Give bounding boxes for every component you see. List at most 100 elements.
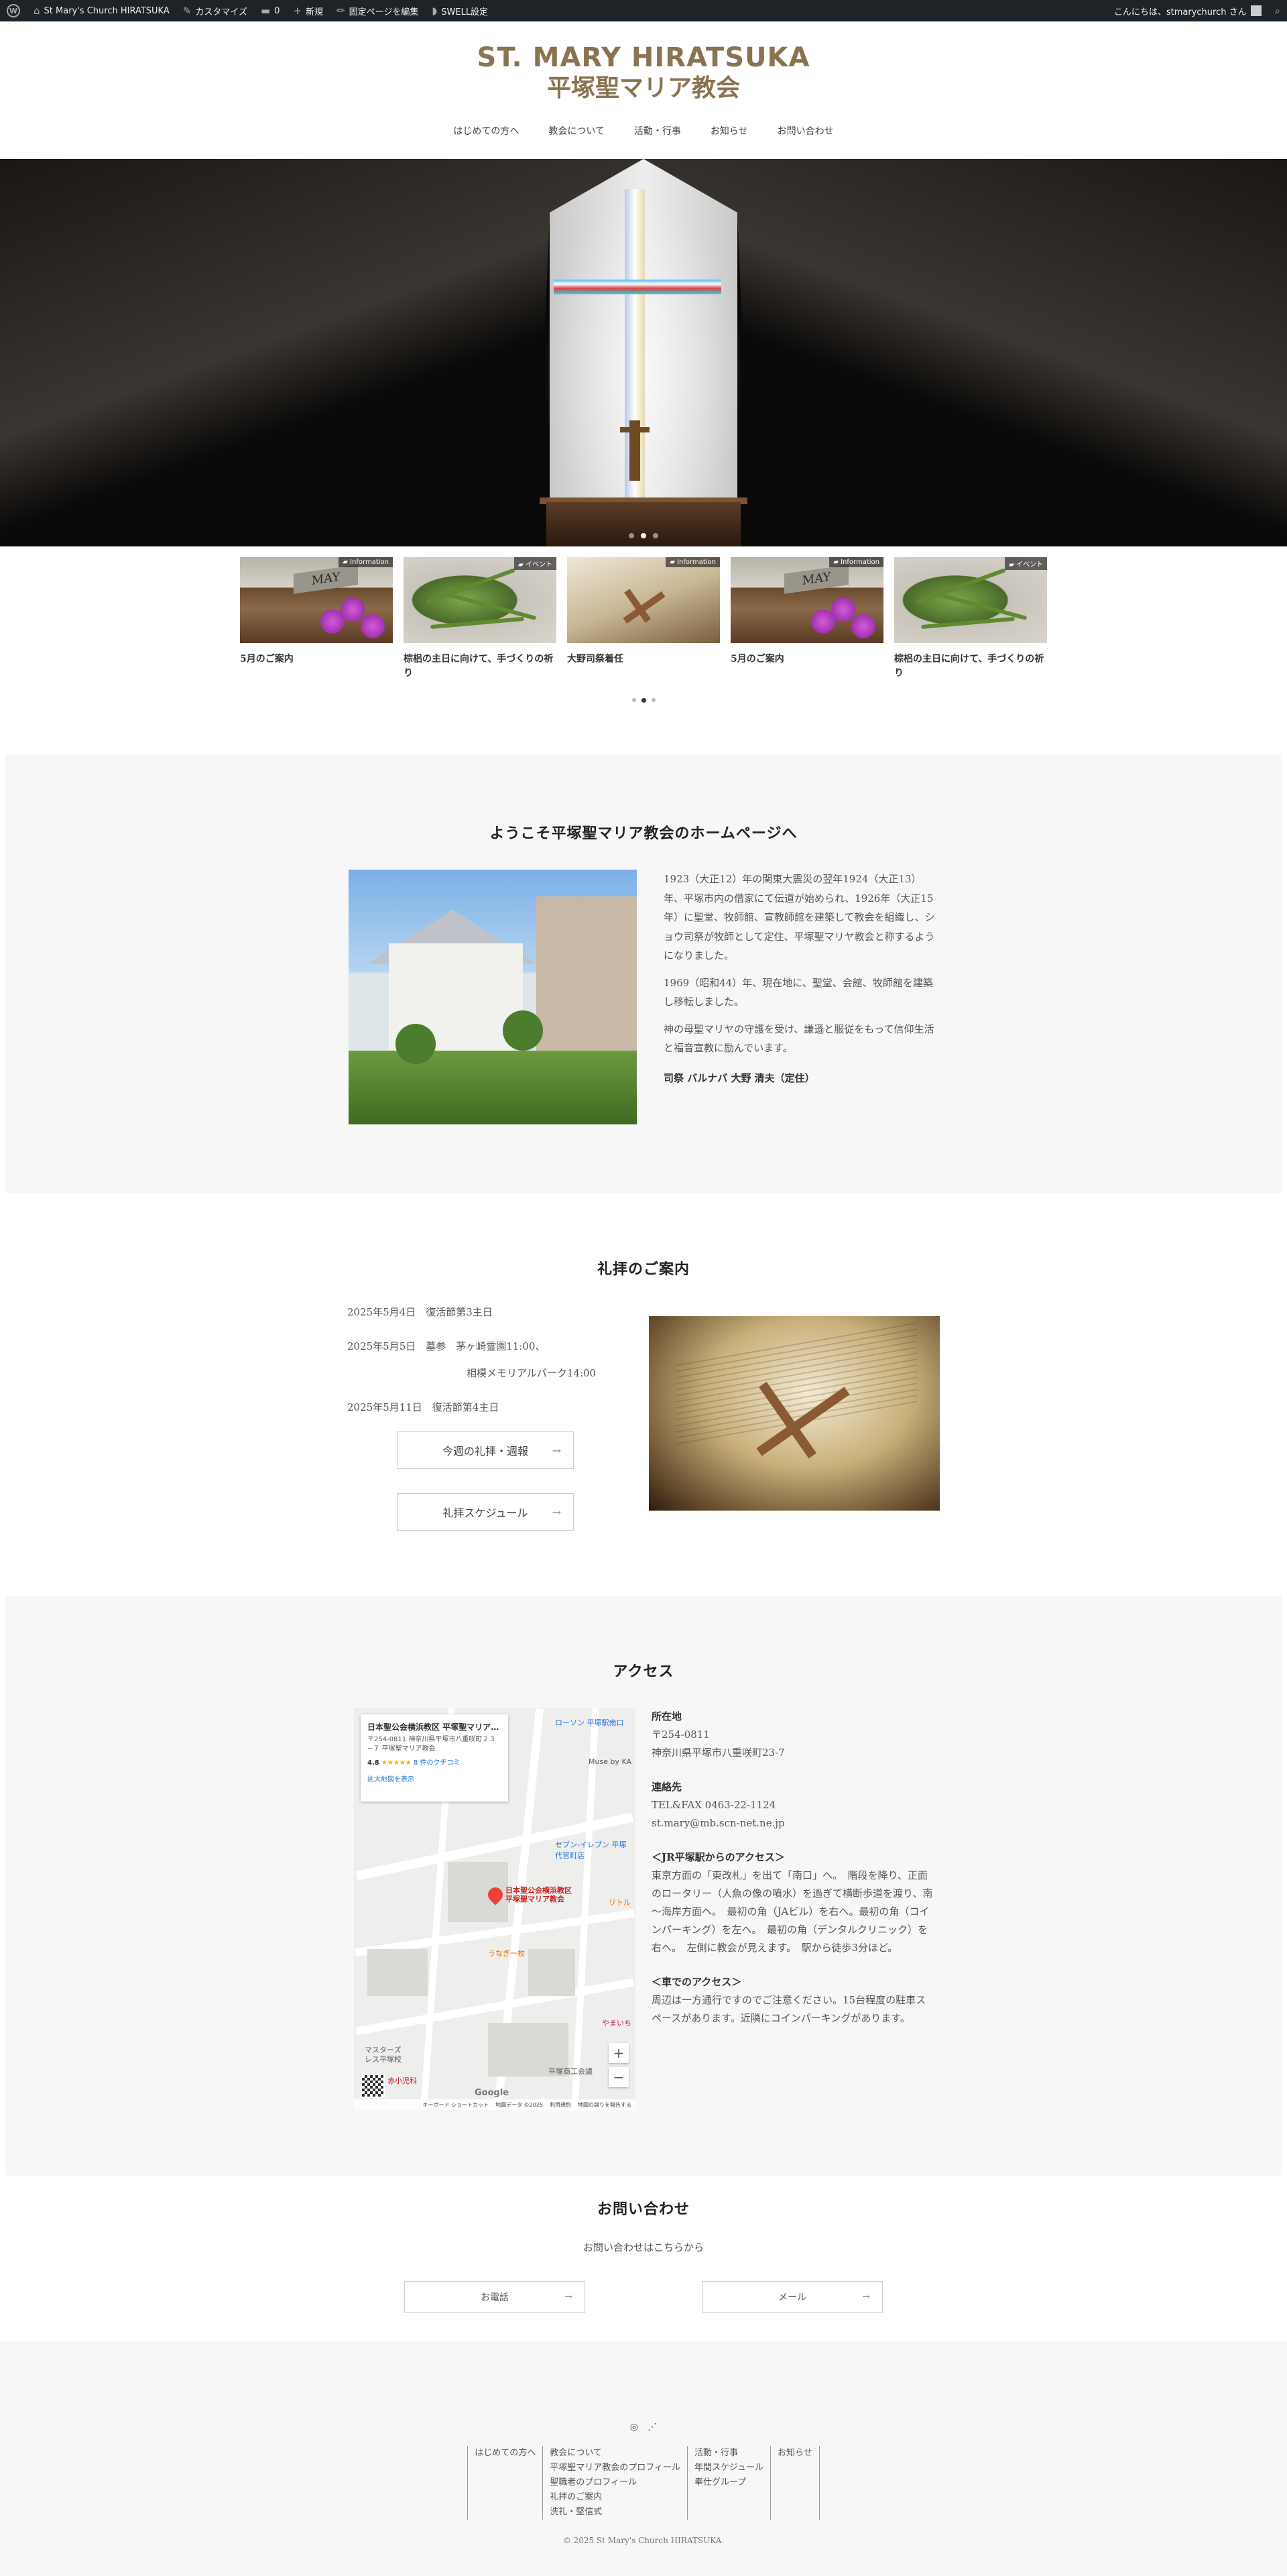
map-footer-link[interactable]: キーボード ショートカット [423, 2101, 489, 2109]
instagram-icon[interactable]: ◎ [630, 2422, 638, 2433]
post-thumbnail: MAY ▰ Information [240, 557, 393, 643]
site-logo[interactable]: ST. MARY HIRATSUKA 平塚聖マリア教会 [477, 42, 810, 103]
post-slider-dot[interactable] [631, 698, 636, 702]
plus-icon: + [293, 4, 302, 17]
footer-link[interactable]: 平塚聖マリア教会のプロフィール [550, 2461, 680, 2475]
contact-title: お問い合わせ [597, 2201, 690, 2218]
map-poi[interactable]: 平塚商工会議 [548, 2066, 593, 2076]
worship-title: 礼拝のご案内 [597, 1261, 690, 1278]
post-card[interactable]: MAY ▰ Information 5月のご案内 [240, 557, 393, 681]
address-text: 神奈川県平塚市八重咲町23-7 [652, 1747, 785, 1759]
stained-glass-cross-horizontal [554, 280, 721, 294]
google-map[interactable]: 日本聖公会横浜教区 平塚聖マリア教会 〒254-0811 神奈川県平塚市八重咲町… [354, 1708, 635, 2110]
weekly-service-button[interactable]: 今週の礼拝・週報 → [397, 1431, 574, 1469]
map-poi[interactable]: うなぎ一枚 [488, 1948, 525, 1958]
footer-link[interactable]: 奉仕グループ [694, 2475, 763, 2490]
footer-link[interactable]: 洗礼・堅信式 [550, 2505, 680, 2520]
hero-dot[interactable] [629, 533, 634, 538]
contact-section: お問い合わせ お問い合わせはこちらから お電話 → メール → [0, 2176, 1287, 2341]
post-card[interactable]: MAY ▰ Information 5月のご案内 [731, 557, 883, 681]
car-access-text: 周辺は一方通行ですのでご注意ください。15台程度の駐車スペースがあります。近隣に… [652, 1994, 926, 2024]
flower [341, 597, 365, 622]
service-schedule-button[interactable]: 礼拝スケジュール → [397, 1493, 574, 1531]
hero-dot-active[interactable] [641, 533, 646, 538]
map-poi[interactable]: やまいち [602, 2017, 631, 2028]
crucifix-arm [620, 427, 650, 432]
rss-icon[interactable]: ⋰ [648, 2422, 657, 2433]
welcome-paragraph: 1969（昭和44）年、現在地に、聖堂、会館、牧師館を建築し移転しました。 [664, 976, 933, 1008]
footer-link[interactable]: お知らせ [778, 2446, 812, 2461]
map-reviews-link[interactable]: 8 件のクチコミ [414, 1759, 461, 1767]
post-thumbnail: MAY ▰ Information [731, 557, 883, 643]
arrow-right-icon: → [552, 1505, 561, 1519]
mail-button[interactable]: メール → [702, 2281, 883, 2313]
weekly-service-label: 今週の礼拝・週報 [442, 1445, 528, 1458]
edit-page-link[interactable]: ✏ 固定ページを編集 [336, 5, 418, 17]
map-poi[interactable]: Muse by KA [589, 1757, 631, 1766]
comments-link[interactable]: ▬ 0 [261, 5, 280, 16]
post-card[interactable]: ▰ イベント 棕梠の主日に向けて、手づくりの祈り [894, 557, 1047, 681]
category-badge: ▰ イベント [514, 557, 556, 570]
schedule-line: 2025年5月5日 墓参 茅ヶ崎霊園11:00、 [347, 1340, 546, 1352]
admin-search-button[interactable]: ⌕ [1275, 5, 1280, 16]
new-content-link[interactable]: + 新規 [293, 5, 323, 17]
logo-japanese: 平塚聖マリア教会 [546, 74, 740, 102]
post-slider-dot[interactable] [651, 698, 656, 702]
wordpress-menu[interactable]: W [7, 4, 20, 17]
nav-item-news[interactable]: お知らせ [711, 124, 748, 137]
mail-button-label: メール [778, 2292, 806, 2303]
map-footer-link[interactable]: 地図の誤りを報告する [578, 2101, 631, 2109]
flower [851, 614, 875, 638]
category-label: Information [841, 559, 879, 566]
phone-button-label: お電話 [481, 2292, 509, 2303]
nav-item-activities[interactable]: 活動・行事 [634, 124, 681, 137]
footer-link[interactable]: 年間スケジュール [694, 2461, 763, 2475]
contact-subtitle: お問い合わせはこちらから [583, 2241, 704, 2253]
footer-link[interactable]: 教会について [550, 2446, 680, 2461]
map-poi[interactable]: 赤小児科 [387, 2075, 417, 2086]
post-slider-pagination [0, 698, 1287, 703]
footer-link[interactable]: はじめての方へ [475, 2446, 536, 2461]
post-slider-dot-active[interactable] [641, 698, 646, 703]
nav-item-about[interactable]: 教会について [548, 124, 605, 137]
nav-item-contact[interactable]: お問い合わせ [778, 124, 834, 137]
my-account-link[interactable]: こんにちは、stmarychurch さん [1114, 5, 1262, 17]
post-card[interactable]: ▰ Information 大野司祭着任 [567, 557, 720, 681]
customize-link[interactable]: ✎ カスタマイズ [183, 5, 247, 17]
email-address[interactable]: st.mary@mb.scn-net.ne.jp [652, 1814, 933, 1832]
contact-block: 連絡先 TEL&FAX 0463-22-1124 st.mary@mb.scn-… [652, 1778, 933, 1832]
post-thumbnail: ▰ Information [567, 557, 720, 643]
map-block [528, 1949, 575, 1996]
map-poi[interactable]: セブン-イレブン 平塚代官町店 [555, 1839, 629, 1861]
post-card[interactable]: ▰ イベント 棕梠の主日に向けて、手づくりの祈り [404, 557, 556, 681]
nav-item-first-visit[interactable]: はじめての方へ [453, 124, 519, 137]
category-label: Information [677, 559, 716, 566]
map-poi[interactable]: ローソン 平塚駅南口 [555, 1717, 624, 1728]
service-schedule-label: 礼拝スケジュール [442, 1507, 528, 1519]
contact-label: 連絡先 [652, 1781, 682, 1793]
site-name-label: St Mary's Church HIRATSUKA [44, 5, 170, 16]
welcome-body: 1923（大正12）年の関東大震災の翌年1924（大正13）年、平塚市内の借家に… [5, 870, 1282, 1124]
map-zoom-out-button[interactable]: − [609, 2067, 629, 2087]
palm-leaf [921, 616, 1015, 630]
swell-settings-link[interactable]: ◗ SWELL設定 [432, 5, 488, 17]
map-poi[interactable]: レス平塚校 [365, 2054, 402, 2064]
map-larger-link[interactable]: 拡大地図を表示 [367, 1773, 501, 1783]
phone-button[interactable]: お電話 → [404, 2281, 585, 2313]
altar [546, 502, 741, 546]
footer-link[interactable]: 聖職者のプロフィール [550, 2475, 680, 2490]
map-footer-link[interactable]: 利用規約 [550, 2101, 571, 2109]
footer-link[interactable]: 礼拝のご案内 [550, 2490, 680, 2505]
logo-english: ST. MARY HIRATSUKA [477, 42, 810, 73]
map-zoom-in-button[interactable]: + [609, 2043, 629, 2063]
category-badge: ▰ Information [666, 557, 720, 567]
post-slider-track: MAY ▰ Information 5月のご案内 ▰ イベント 棕梠の主日に向け… [0, 557, 1287, 681]
map-poi[interactable]: リトル [609, 1897, 631, 1908]
map-rating: 4.8 ★★★★★ 8 件のクチコミ [367, 1757, 501, 1767]
schedule-line: 2025年5月4日 復活節第3主日 [347, 1306, 493, 1318]
hero-dot[interactable] [653, 533, 658, 538]
footer-link[interactable]: 活動・行事 [694, 2446, 763, 2461]
address-block: 所在地 〒254-0811 神奈川県平塚市八重咲町23-7 [652, 1708, 933, 1762]
car-access-block: ＜車でのアクセス＞ 周辺は一方通行ですのでご注意ください。15台程度の駐車スペー… [652, 1973, 933, 2028]
site-name-link[interactable]: ⌂ St Mary's Church HIRATSUKA [34, 5, 170, 16]
